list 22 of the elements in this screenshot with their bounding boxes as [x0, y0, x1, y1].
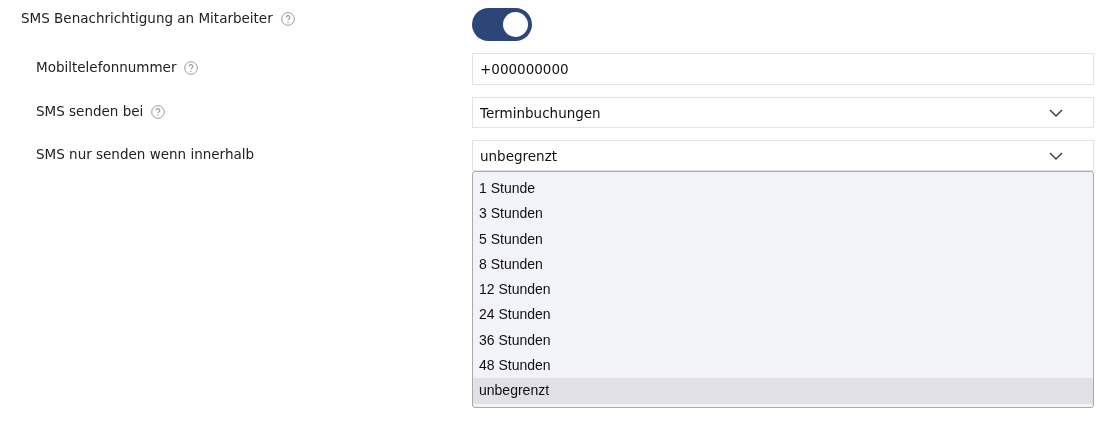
help-icon[interactable]	[280, 12, 295, 26]
dropdown-option[interactable]: unbegrenzt	[473, 378, 1093, 404]
dropdown-option[interactable]: 5 Stunden	[473, 226, 1093, 252]
setting-label: SMS senden bei	[36, 103, 144, 119]
dropdown-option[interactable]: 12 Stunden	[473, 277, 1093, 303]
dropdown-option[interactable]: 8 Stunden	[473, 251, 1093, 278]
setting-label: SMS nur senden wenn innerhalb	[36, 146, 255, 162]
dropdown-option[interactable]: 1 Stunde	[473, 176, 1093, 202]
help-icon[interactable]	[184, 61, 199, 75]
setting-label: Mobiltelefonnummer	[36, 59, 177, 75]
toggle-switch[interactable]	[472, 8, 532, 41]
chevron-down-icon	[1049, 108, 1063, 117]
dropdown-option[interactable]: 48 Stunden	[473, 353, 1093, 379]
dropdown-option[interactable]: 3 Stunden	[473, 201, 1093, 227]
setting-label: SMS Benachrichtigung an Mitarbeiter	[21, 10, 273, 26]
chevron-down-icon	[1049, 151, 1063, 160]
select-field[interactable]: Terminbuchungen	[472, 97, 1094, 128]
select-field[interactable]: unbegrenzt	[472, 140, 1094, 171]
dropdown-option[interactable]: 24 Stunden	[473, 302, 1093, 328]
dropdown-option[interactable]: 36 Stunden	[473, 327, 1093, 354]
help-icon[interactable]	[151, 105, 166, 119]
phone-input[interactable]: +000000000	[472, 53, 1094, 85]
